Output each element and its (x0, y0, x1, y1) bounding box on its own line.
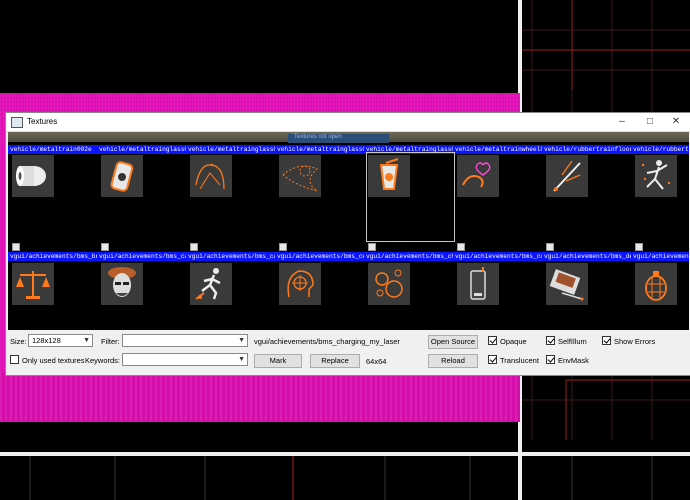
open-source-button[interactable]: Open Source (428, 335, 478, 349)
selected-texture-name: vgui/achievements/bms_charging_my_laser (254, 337, 400, 346)
camera-viewport-render-lower[interactable] (0, 372, 520, 422)
close-icon[interactable]: ✕ (668, 115, 684, 129)
maximize-icon[interactable]: □ (642, 115, 658, 129)
envmask-label: EnvMask (558, 356, 589, 365)
texture-label[interactable]: vgui/achievements/bms_brow (10, 252, 97, 261)
viewport-bottom-right[interactable] (522, 456, 690, 500)
show-errors-label: Show Errors (614, 337, 656, 346)
translucent-label: Translucent (500, 356, 539, 365)
texture-label[interactable]: vgui/achievements/bms_calc (188, 252, 275, 261)
texture-checkbox[interactable] (12, 243, 20, 251)
opaque-checkbox[interactable] (488, 336, 497, 345)
keywords-input[interactable]: ▼ (122, 353, 248, 366)
size-value: 128x128 (32, 336, 61, 345)
texture-label[interactable]: vgui/achievements/bms_dead (544, 252, 631, 261)
size-label: Size: (10, 337, 27, 346)
background-window-label: Textures not open (288, 134, 389, 143)
selfillum-checkbox[interactable] (546, 336, 555, 345)
filter-input[interactable]: ▼ (122, 334, 248, 347)
coffee-cup-laser-icon[interactable] (368, 155, 410, 197)
curved-lines-icon[interactable] (190, 155, 232, 197)
envmask-checkbox[interactable] (546, 355, 555, 364)
window-title: Textures (27, 117, 58, 126)
minimize-icon[interactable]: – (614, 115, 630, 129)
reload-button[interactable]: Reload (428, 354, 478, 368)
heart-hand-icon[interactable] (457, 155, 499, 197)
bubbles-icon[interactable] (368, 263, 410, 305)
texture-checkbox[interactable] (368, 243, 376, 251)
mark-button[interactable]: Mark (254, 354, 302, 368)
grid-overlay-bottom-right (571, 456, 653, 500)
texture-label[interactable]: vehicle/rubbertrain (633, 145, 689, 154)
translucent-checkbox[interactable] (488, 355, 497, 364)
bald-head-icon[interactable] (101, 263, 143, 305)
chevron-down-icon: ▼ (83, 337, 90, 344)
texture-label[interactable]: vehicle/metaltrainwheel001 (455, 145, 542, 154)
texture-checkbox[interactable] (546, 243, 554, 251)
textures-window: Textures – □ ✕ Textures not open vehicle… (5, 112, 690, 376)
texture-checkbox[interactable] (635, 243, 643, 251)
title-bar[interactable]: Textures – □ ✕ (6, 113, 690, 132)
only-used-textures-label: Only used textures (22, 356, 85, 365)
texture-label[interactable]: vgui/achievements/bms_ (633, 252, 689, 261)
texture-label[interactable]: vgui/achievements/bms_coup (455, 252, 542, 261)
crosshair-head-icon[interactable] (279, 263, 321, 305)
dancer-icon[interactable] (635, 155, 677, 197)
chevron-down-icon: ▼ (238, 337, 245, 344)
texture-size: 64x64 (366, 357, 387, 366)
replace-button[interactable]: Replace (310, 354, 360, 368)
scales-icon[interactable] (12, 263, 54, 305)
soda-can-icon[interactable] (101, 155, 143, 197)
texture-label[interactable]: vgui/achievements/bms_cent (277, 252, 364, 261)
keywords-label: Keywords: (85, 356, 121, 365)
texture-checkbox[interactable] (101, 243, 109, 251)
toilet-paper-icon[interactable] (12, 155, 54, 197)
texture-label[interactable]: vehicle/metaltrain002e (10, 145, 97, 154)
viewport-bottom-left[interactable] (0, 456, 518, 500)
grid-overlay-bottom (29, 456, 471, 500)
selfillum-label: SelfIllum (558, 337, 587, 346)
texture-label[interactable]: vehicle/metaltrainglass002 (277, 145, 364, 154)
opaque-label: Opaque (500, 337, 527, 346)
texture-label[interactable]: vgui/achievements/bms_caff (99, 252, 186, 261)
texture-checkbox[interactable] (190, 243, 198, 251)
texture-label[interactable]: vehicle/metaltrainglass001 (188, 145, 275, 154)
grenade-icon[interactable] (635, 263, 677, 305)
dashed-shape-icon[interactable] (279, 155, 321, 197)
fork-tool-icon[interactable] (546, 155, 588, 197)
matchbox-icon[interactable] (546, 263, 588, 305)
viewport-top-left[interactable] (0, 0, 518, 93)
chevron-down-icon: ▼ (238, 356, 245, 363)
only-used-textures-checkbox[interactable] (10, 355, 19, 364)
size-dropdown[interactable]: 128x128 ▼ (28, 334, 93, 347)
texture-label[interactable]: vehicle/metaltrainglass001 (99, 145, 186, 154)
texture-label[interactable]: vgui/achievements/bms_char (366, 252, 453, 261)
texture-checkbox[interactable] (457, 243, 465, 251)
window-icon (11, 117, 23, 128)
filter-label: Filter: (101, 337, 120, 346)
battery-icon[interactable] (457, 263, 499, 305)
texture-grid[interactable]: Textures not open vehicle/metaltrain002e… (8, 132, 689, 330)
texture-checkbox[interactable] (279, 243, 287, 251)
texture-label[interactable]: vehicle/rubbertrainfloor001 (544, 145, 631, 154)
running-man-icon[interactable] (190, 263, 232, 305)
show-errors-checkbox[interactable] (602, 336, 611, 345)
